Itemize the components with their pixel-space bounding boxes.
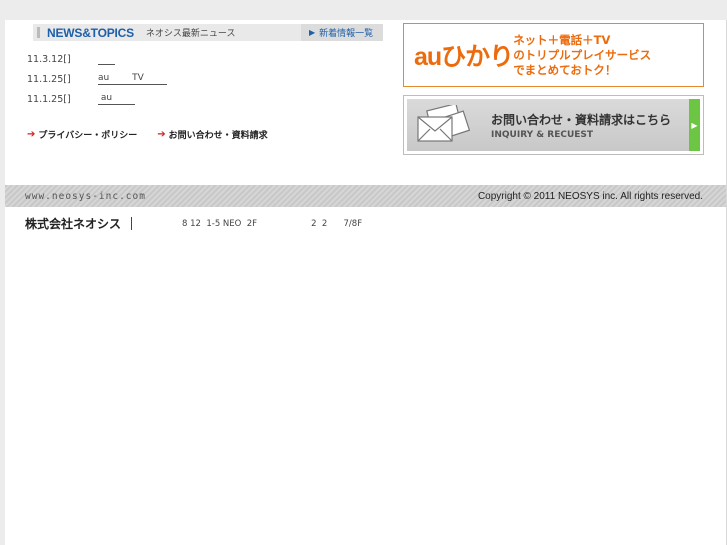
- news-item: 11.1.25[] au TV: [27, 69, 167, 89]
- au-banner-text: ネット＋電話＋TV のトリプルプレイサービス でまとめておトク！: [513, 33, 651, 78]
- au-line-1: ネット＋電話＋TV: [513, 32, 611, 47]
- privacy-policy-label: プライバシー・ポリシー: [38, 131, 138, 141]
- news-header: NEWS&TOPICS ネオシス最新ニュース ▶ 新着情報一覧: [33, 24, 383, 41]
- envelope-icon: [417, 105, 471, 142]
- news-link[interactable]: au: [98, 93, 135, 105]
- privacy-policy-link[interactable]: ➔ プライバシー・ポリシー: [27, 128, 137, 141]
- arrow-right-icon: ➔: [157, 129, 166, 140]
- inquiry-banner-subtitle: INQUIRY & RECUEST: [491, 129, 594, 140]
- news-all-label: 新着情報一覧: [319, 29, 374, 39]
- copyright: Copyright © 2011 NEOSYS inc. All rights …: [477, 190, 703, 202]
- arrow-right-icon: ➔: [27, 129, 36, 140]
- footer-bar: www.neosys-inc.com Copyright © 2011 NEOS…: [5, 185, 727, 207]
- company-address: 8 12 1-5 NEO 2F 2 2 7/8F: [182, 218, 363, 229]
- au-hikari-banner[interactable]: auひかり ネット＋電話＋TV のトリプルプレイサービス でまとめておトク！: [403, 23, 704, 87]
- inquiry-link[interactable]: ➔ お問い合わせ・資料請求: [157, 128, 267, 141]
- header-bar: [37, 27, 40, 38]
- company-info: 株式会社ネオシス 8 12 1-5 NEO 2F 2 2 7/8F: [25, 215, 362, 232]
- footer-links: ➔ プライバシー・ポリシー ➔ お問い合わせ・資料請求: [27, 128, 288, 141]
- company-name: 株式会社ネオシス: [25, 217, 122, 231]
- au-line-2: のトリプルプレイサービス: [513, 47, 652, 62]
- inquiry-banner-inner: お問い合わせ・資料請求はこちら INQUIRY & RECUEST ▶: [407, 99, 700, 151]
- page: NEWS&TOPICS ネオシス最新ニュース ▶ 新着情報一覧 11.3.12[…: [5, 20, 727, 545]
- news-item: 11.3.12[]: [27, 49, 167, 69]
- news-link[interactable]: au TV: [98, 73, 167, 85]
- news-link[interactable]: [98, 53, 116, 65]
- news-date: 11.1.25[]: [27, 73, 71, 85]
- au-line-3: でまとめておトク！: [513, 62, 617, 77]
- news-item: 11.1.25[] au: [27, 89, 167, 109]
- divider: [131, 217, 133, 230]
- news-date: 11.3.12[]: [27, 53, 71, 65]
- inquiry-banner-title: お問い合わせ・資料請求はこちら: [491, 112, 672, 127]
- news-title: NEWS&TOPICS: [47, 25, 134, 40]
- footer-url: www.neosys-inc.com: [25, 190, 146, 202]
- news-date: 11.1.25[]: [27, 93, 71, 105]
- news-subtitle: ネオシス最新ニュース: [145, 29, 236, 39]
- play-icon: ▶: [309, 28, 316, 37]
- inquiry-banner[interactable]: お問い合わせ・資料請求はこちら INQUIRY & RECUEST ▶: [403, 95, 704, 155]
- au-hikari-logo: auひかり: [414, 43, 514, 71]
- chevron-right-icon: ▶: [689, 99, 700, 151]
- news-list: 11.3.12[] 11.1.25[] au TV 11.1.25[] au: [27, 49, 167, 109]
- news-all-link[interactable]: ▶ 新着情報一覧: [301, 24, 383, 41]
- inquiry-banner-text: お問い合わせ・資料請求はこちら INQUIRY & RECUEST: [491, 111, 671, 140]
- inquiry-label: お問い合わせ・資料請求: [168, 131, 268, 141]
